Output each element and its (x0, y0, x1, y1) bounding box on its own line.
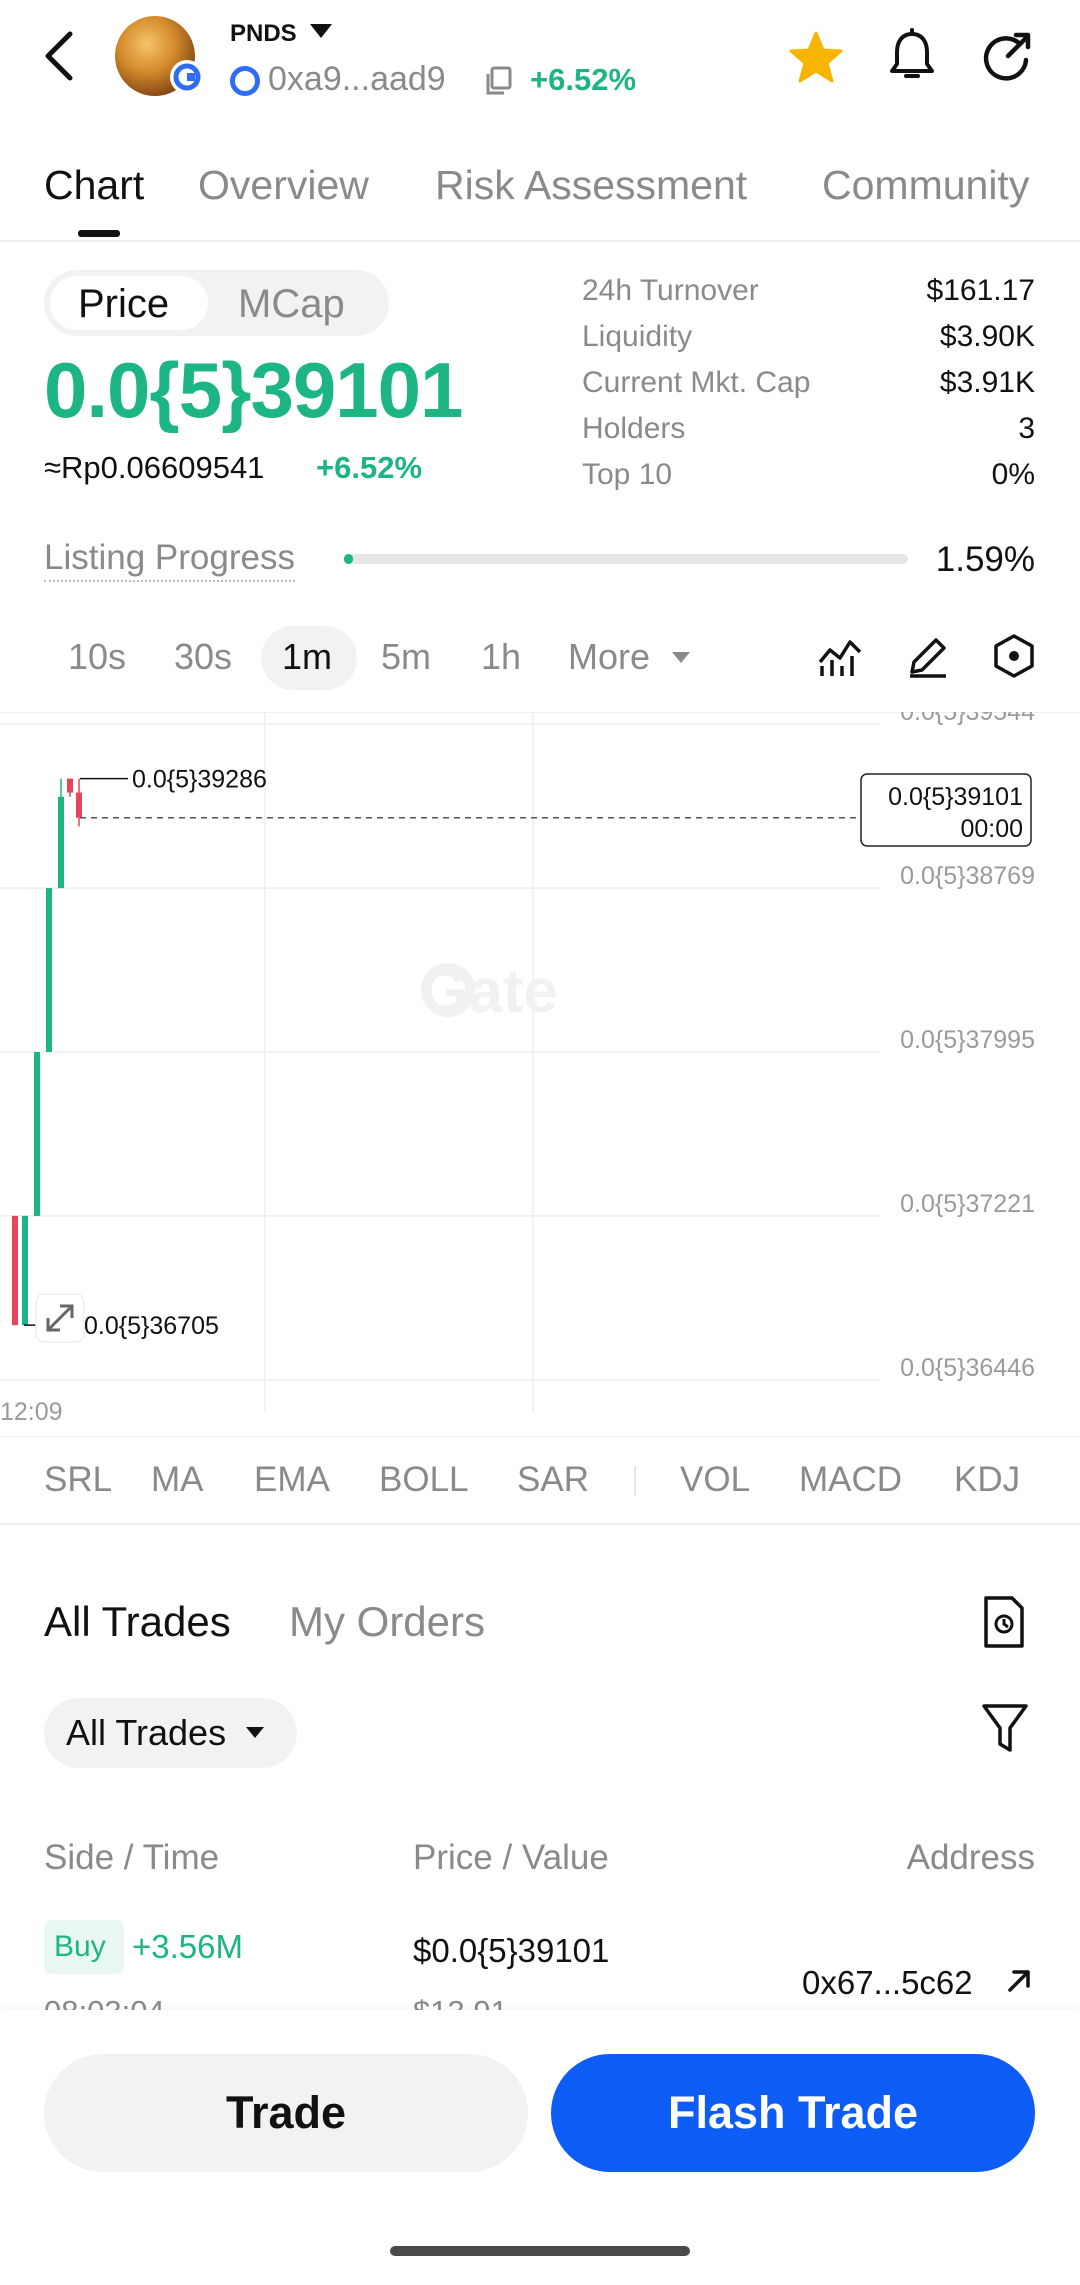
tab-my-orders[interactable]: My Orders (289, 1598, 485, 1646)
interval-30s[interactable]: 30s (174, 636, 232, 678)
trade-filter-label[interactable]: All Trades (66, 1712, 226, 1754)
back-icon[interactable] (40, 28, 80, 84)
stat-label-holders: Holders (582, 412, 686, 445)
copy-icon[interactable] (484, 66, 512, 96)
header-change: +6.52% (530, 62, 637, 97)
token-dropdown-caret-icon[interactable] (310, 24, 332, 38)
y-tick-label: 0.0{5}37221 (900, 1190, 1035, 1218)
toggle-price[interactable]: Price (78, 282, 169, 327)
stat-label-mktcap: Current Mkt. Cap (582, 366, 811, 399)
home-indicator (390, 2246, 690, 2256)
indicator-macd[interactable]: MACD (799, 1460, 902, 1500)
history-document-icon[interactable] (980, 1594, 1028, 1650)
filter-caret-icon[interactable] (246, 1727, 264, 1738)
flash-trade-button[interactable]: Flash Trade (551, 2054, 1035, 2172)
interval-1h[interactable]: 1h (481, 636, 521, 678)
stat-value-holders: 3 (1018, 412, 1035, 445)
chain-badge-icon (170, 60, 204, 94)
chain-icon (230, 66, 260, 96)
interval-1m[interactable]: 1m (282, 636, 332, 678)
chart-bottom-divider (0, 1436, 1080, 1437)
x-tick-label: 12:09 (0, 1398, 63, 1426)
current-price: 0.0{5}39101 (44, 346, 463, 434)
indicator-srl[interactable]: SRL (44, 1460, 112, 1500)
interval-5m[interactable]: 5m (381, 636, 431, 678)
price-change: +6.52% (316, 450, 423, 485)
indicator-ma[interactable]: MA (151, 1460, 204, 1500)
column-price-value: Price / Value (413, 1838, 609, 1877)
stat-value-mktcap: $3.91K (939, 366, 1035, 399)
indicators-divider (0, 1523, 1080, 1525)
stat-value-top10: 0% (991, 458, 1035, 491)
high-price-label: 0.0{5}39286 (132, 766, 267, 794)
bell-icon[interactable] (887, 28, 937, 84)
trade-amount: +3.56M (132, 1928, 243, 1965)
candle (34, 1052, 40, 1216)
tab-risk-assessment[interactable]: Risk Assessment (435, 162, 747, 209)
y-tick-label: 0.0{5}38769 (900, 862, 1035, 890)
candle (12, 1215, 18, 1326)
tab-community[interactable]: Community (822, 162, 1029, 209)
external-link-arrow-icon[interactable] (1004, 1966, 1034, 1996)
more-caret-icon[interactable] (672, 652, 690, 663)
y-tick-label: 0.0{5}39544 (900, 712, 1035, 726)
trade-button[interactable]: Trade (44, 2054, 528, 2172)
current-countdown: 00:00 (960, 815, 1023, 843)
trade-address[interactable]: 0x67...5c62 (802, 1964, 973, 2002)
tabs-divider (0, 240, 1080, 242)
stat-value-turnover: $161.17 (926, 274, 1035, 307)
candle (58, 796, 64, 889)
tab-active-indicator (78, 230, 120, 237)
local-currency-price: ≈Rp0.06609541 (44, 450, 265, 485)
side-label: Buy (54, 1930, 106, 1963)
column-address: Address (906, 1838, 1035, 1877)
listing-progress-fill (344, 554, 353, 564)
trade-price: $0.0{5}39101 (413, 1932, 610, 1969)
interval-more[interactable]: More (568, 636, 650, 678)
candle (67, 778, 73, 793)
low-price-label: 0.0{5}36705 (84, 1312, 219, 1340)
toggle-mcap[interactable]: MCap (238, 282, 345, 327)
tab-chart[interactable]: Chart (44, 162, 144, 209)
y-tick-label: 0.0{5}36446 (900, 1354, 1035, 1382)
indicator-ema[interactable]: EMA (254, 1460, 330, 1500)
listing-progress-value: 1.59% (935, 540, 1035, 579)
y-tick-label: 0.0{5}37995 (900, 1026, 1035, 1054)
stat-label-turnover: 24h Turnover (582, 274, 759, 307)
indicator-separator (634, 1466, 636, 1496)
candle (76, 792, 82, 818)
price-chart[interactable]: Gate0.0{5}395440.0{5}387690.0{5}379950.0… (0, 712, 1080, 1440)
indicator-sar[interactable]: SAR (517, 1460, 589, 1500)
chart-settings-icon[interactable] (990, 632, 1038, 680)
stat-value-liquidity: $3.90K (939, 320, 1035, 353)
indicator-settings-icon[interactable] (816, 632, 864, 680)
candle (46, 888, 52, 1052)
listing-progress-label[interactable]: Listing Progress (44, 538, 295, 582)
indicator-kdj[interactable]: KDJ (954, 1460, 1020, 1500)
tab-overview[interactable]: Overview (198, 162, 369, 209)
token-symbol[interactable]: PNDS (230, 20, 297, 48)
tab-all-trades[interactable]: All Trades (44, 1598, 231, 1646)
candle (22, 1215, 28, 1326)
column-side-time: Side / Time (44, 1838, 220, 1877)
share-icon[interactable] (980, 30, 1034, 84)
indicator-boll[interactable]: BOLL (379, 1460, 469, 1500)
contract-address: 0xa9...aad9 (268, 60, 446, 98)
filter-funnel-icon[interactable] (980, 1700, 1030, 1758)
interval-10s[interactable]: 10s (68, 636, 126, 678)
listing-progress-track (344, 554, 908, 564)
indicator-vol[interactable]: VOL (680, 1460, 750, 1500)
draw-pencil-icon[interactable] (904, 632, 952, 680)
stat-label-liquidity: Liquidity (582, 320, 693, 353)
star-icon[interactable] (788, 30, 844, 86)
current-price-tag: 0.0{5}39101 (888, 783, 1023, 811)
stat-label-top10: Top 10 (582, 458, 673, 491)
